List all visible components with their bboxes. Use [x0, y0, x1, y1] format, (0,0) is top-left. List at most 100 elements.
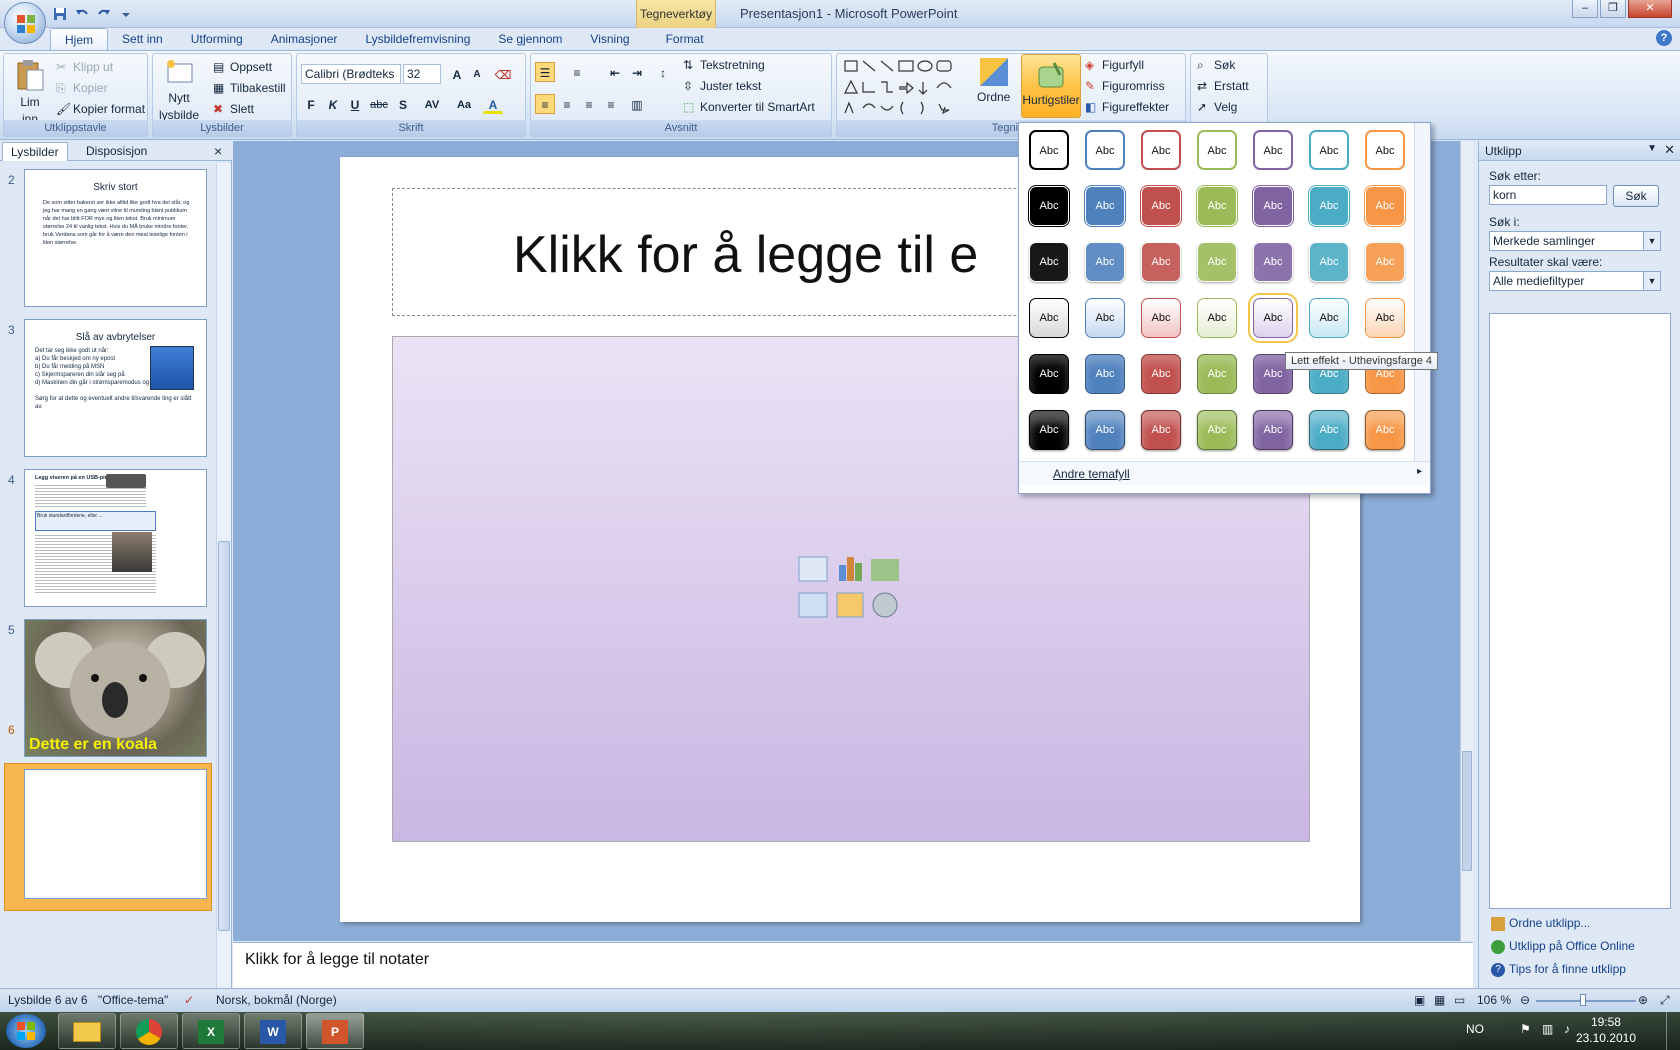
gallery-scrollbar[interactable] — [1414, 123, 1430, 463]
copy-button[interactable]: ⎘ Kopier — [56, 81, 108, 95]
quick-style-swatch[interactable]: Abc — [1365, 186, 1405, 226]
quick-style-swatch[interactable]: Abc — [1141, 130, 1181, 170]
quick-style-swatch[interactable]: Abc — [1141, 242, 1181, 282]
increase-indent-icon[interactable]: ⇥ — [627, 62, 647, 82]
excel-taskbar-button[interactable]: X — [182, 1013, 240, 1049]
line-spacing-icon[interactable]: ↕ — [653, 62, 673, 82]
select-button[interactable]: ➚ Velg — [1197, 100, 1237, 114]
align-text-button[interactable]: ⇳ Juster tekst — [683, 79, 761, 93]
quick-style-swatch[interactable]: Abc — [1029, 242, 1069, 282]
tab-slides[interactable]: Lysbilder — [2, 142, 68, 161]
undo-icon[interactable] — [74, 6, 90, 22]
quick-style-swatch[interactable]: Abc — [1365, 242, 1405, 282]
tab-visning[interactable]: Visning — [576, 28, 643, 50]
quick-style-swatch[interactable]: Abc — [1197, 354, 1237, 394]
redo-icon[interactable] — [96, 6, 112, 22]
quick-style-swatch[interactable]: Abc — [1085, 354, 1125, 394]
grow-font-button[interactable]: A — [447, 64, 467, 84]
quick-style-swatch[interactable]: Abc — [1253, 410, 1293, 450]
quick-styles-button[interactable]: Hurtigstiler — [1021, 54, 1081, 118]
slideshow-view-icon[interactable]: ▭ — [1454, 993, 1465, 1007]
quick-style-swatch[interactable]: Abc — [1085, 298, 1125, 338]
clip-results-area[interactable] — [1489, 313, 1671, 909]
volume-icon[interactable]: ♪ — [1564, 1022, 1570, 1036]
results-select[interactable]: Alle mediefiltyper — [1489, 271, 1661, 291]
save-icon[interactable] — [52, 6, 68, 22]
bullets-icon[interactable]: ☰ — [535, 62, 555, 82]
zoom-slider-thumb[interactable] — [1580, 994, 1586, 1006]
columns-icon[interactable]: ▥ — [627, 94, 647, 114]
customize-qat-icon[interactable] — [118, 6, 134, 22]
search-in-select[interactable]: Merkede samlinger — [1489, 231, 1661, 251]
quick-style-swatch[interactable]: Abc — [1085, 242, 1125, 282]
align-center-icon[interactable]: ≡ — [557, 94, 577, 114]
delete-slide-button[interactable]: ✖ Slett — [213, 102, 254, 116]
shapes-gallery-icon[interactable] — [841, 58, 971, 116]
quick-style-swatch[interactable]: Abc — [1141, 410, 1181, 450]
quick-style-swatch[interactable]: Abc — [1085, 130, 1125, 170]
tab-hjem[interactable]: Hjem — [50, 28, 109, 50]
quick-style-swatch[interactable]: Abc — [1365, 298, 1405, 338]
shrink-font-button[interactable]: A — [467, 64, 487, 84]
quick-style-swatch[interactable]: Abc — [1029, 354, 1069, 394]
close-pane-icon[interactable]: × — [214, 143, 222, 159]
shape-effects-button[interactable]: ◧ Figureffekter — [1085, 100, 1169, 114]
align-left-icon[interactable]: ≡ — [535, 94, 555, 114]
minimize-button[interactable]: – — [1572, 0, 1598, 18]
paste-button[interactable]: Lim inn — [10, 58, 50, 126]
quick-style-swatch[interactable]: Abc — [1141, 354, 1181, 394]
close-button[interactable]: ✕ — [1628, 0, 1672, 18]
quick-style-swatch[interactable]: Abc — [1248, 293, 1298, 343]
shape-fill-button[interactable]: ◈ Figurfyll — [1085, 58, 1144, 72]
sorter-view-icon[interactable]: ▦ — [1434, 993, 1445, 1007]
shape-outline-button[interactable]: ✎ Figuromriss — [1085, 79, 1165, 93]
office-online-link[interactable]: Utklipp på Office Online — [1509, 939, 1635, 953]
language-indicator[interactable]: Norsk, bokmål (Norge) — [216, 993, 337, 1007]
quick-style-swatch[interactable]: Abc — [1365, 410, 1405, 450]
quick-style-swatch[interactable]: Abc — [1085, 186, 1125, 226]
quick-style-swatch[interactable]: Abc — [1309, 242, 1349, 282]
quick-style-swatch[interactable]: Abc — [1141, 186, 1181, 226]
zoom-slider[interactable] — [1536, 1000, 1636, 1002]
find-button[interactable]: ⌕ Søk — [1197, 58, 1235, 72]
font-size-input[interactable]: 32 — [403, 64, 441, 84]
font-color-button[interactable]: A — [483, 94, 503, 114]
quick-style-swatch[interactable]: Abc — [1253, 130, 1293, 170]
normal-view-icon[interactable]: ▣ — [1414, 993, 1425, 1007]
numbering-icon[interactable]: ≡ — [567, 62, 587, 82]
reset-button[interactable]: ▦ Tilbakestill — [213, 81, 286, 95]
smartart-button[interactable]: ⬚ Konverter til SmartArt — [683, 100, 815, 114]
scroll-thumb[interactable] — [1462, 751, 1472, 871]
cut-button[interactable]: ✂ Klipp ut — [56, 60, 113, 74]
chrome-taskbar-button[interactable] — [120, 1013, 178, 1049]
italic-button[interactable]: K — [323, 94, 343, 114]
office-button[interactable] — [4, 2, 46, 44]
quick-style-swatch[interactable]: Abc — [1197, 186, 1237, 226]
slide-thumbnail-3[interactable]: Slå av avbrytelser Det tar seg ikke godt… — [24, 319, 207, 457]
decrease-indent-icon[interactable]: ⇤ — [605, 62, 625, 82]
search-button[interactable]: Søk — [1613, 185, 1659, 207]
explorer-taskbar-button[interactable] — [58, 1013, 116, 1049]
layout-button[interactable]: ▤ Oppsett — [213, 60, 272, 74]
close-pane-icon[interactable]: ✕ — [1664, 142, 1675, 158]
quick-style-swatch[interactable]: Abc — [1253, 242, 1293, 282]
organize-clips-link[interactable]: Ordne utklipp... — [1509, 916, 1590, 930]
bold-button[interactable]: F — [301, 94, 321, 114]
quick-style-swatch[interactable]: Abc — [1029, 130, 1069, 170]
clock[interactable]: 19:58 23.10.2010 — [1576, 1014, 1636, 1046]
start-button[interactable] — [6, 1014, 46, 1048]
tab-utforming[interactable]: Utforming — [177, 28, 257, 50]
new-slide-button[interactable]: Nytt lysbilde — [157, 58, 201, 122]
quick-style-swatch[interactable]: Abc — [1197, 410, 1237, 450]
quick-style-swatch[interactable]: Abc — [1029, 186, 1069, 226]
tab-outline[interactable]: Disposisjon — [78, 142, 155, 161]
tab-sett-inn[interactable]: Sett inn — [108, 28, 177, 50]
restore-button[interactable]: ❐ — [1600, 0, 1626, 18]
char-spacing-button[interactable]: AV — [419, 94, 445, 114]
align-right-icon[interactable]: ≡ — [579, 94, 599, 114]
slide-thumbnail-5[interactable]: Dette er en koala — [24, 619, 207, 757]
quick-style-swatch[interactable]: Abc — [1029, 410, 1069, 450]
quick-style-swatch[interactable]: Abc — [1197, 242, 1237, 282]
language-indicator[interactable]: NO — [1466, 1022, 1484, 1036]
tab-animasjoner[interactable]: Animasjoner — [257, 28, 352, 50]
